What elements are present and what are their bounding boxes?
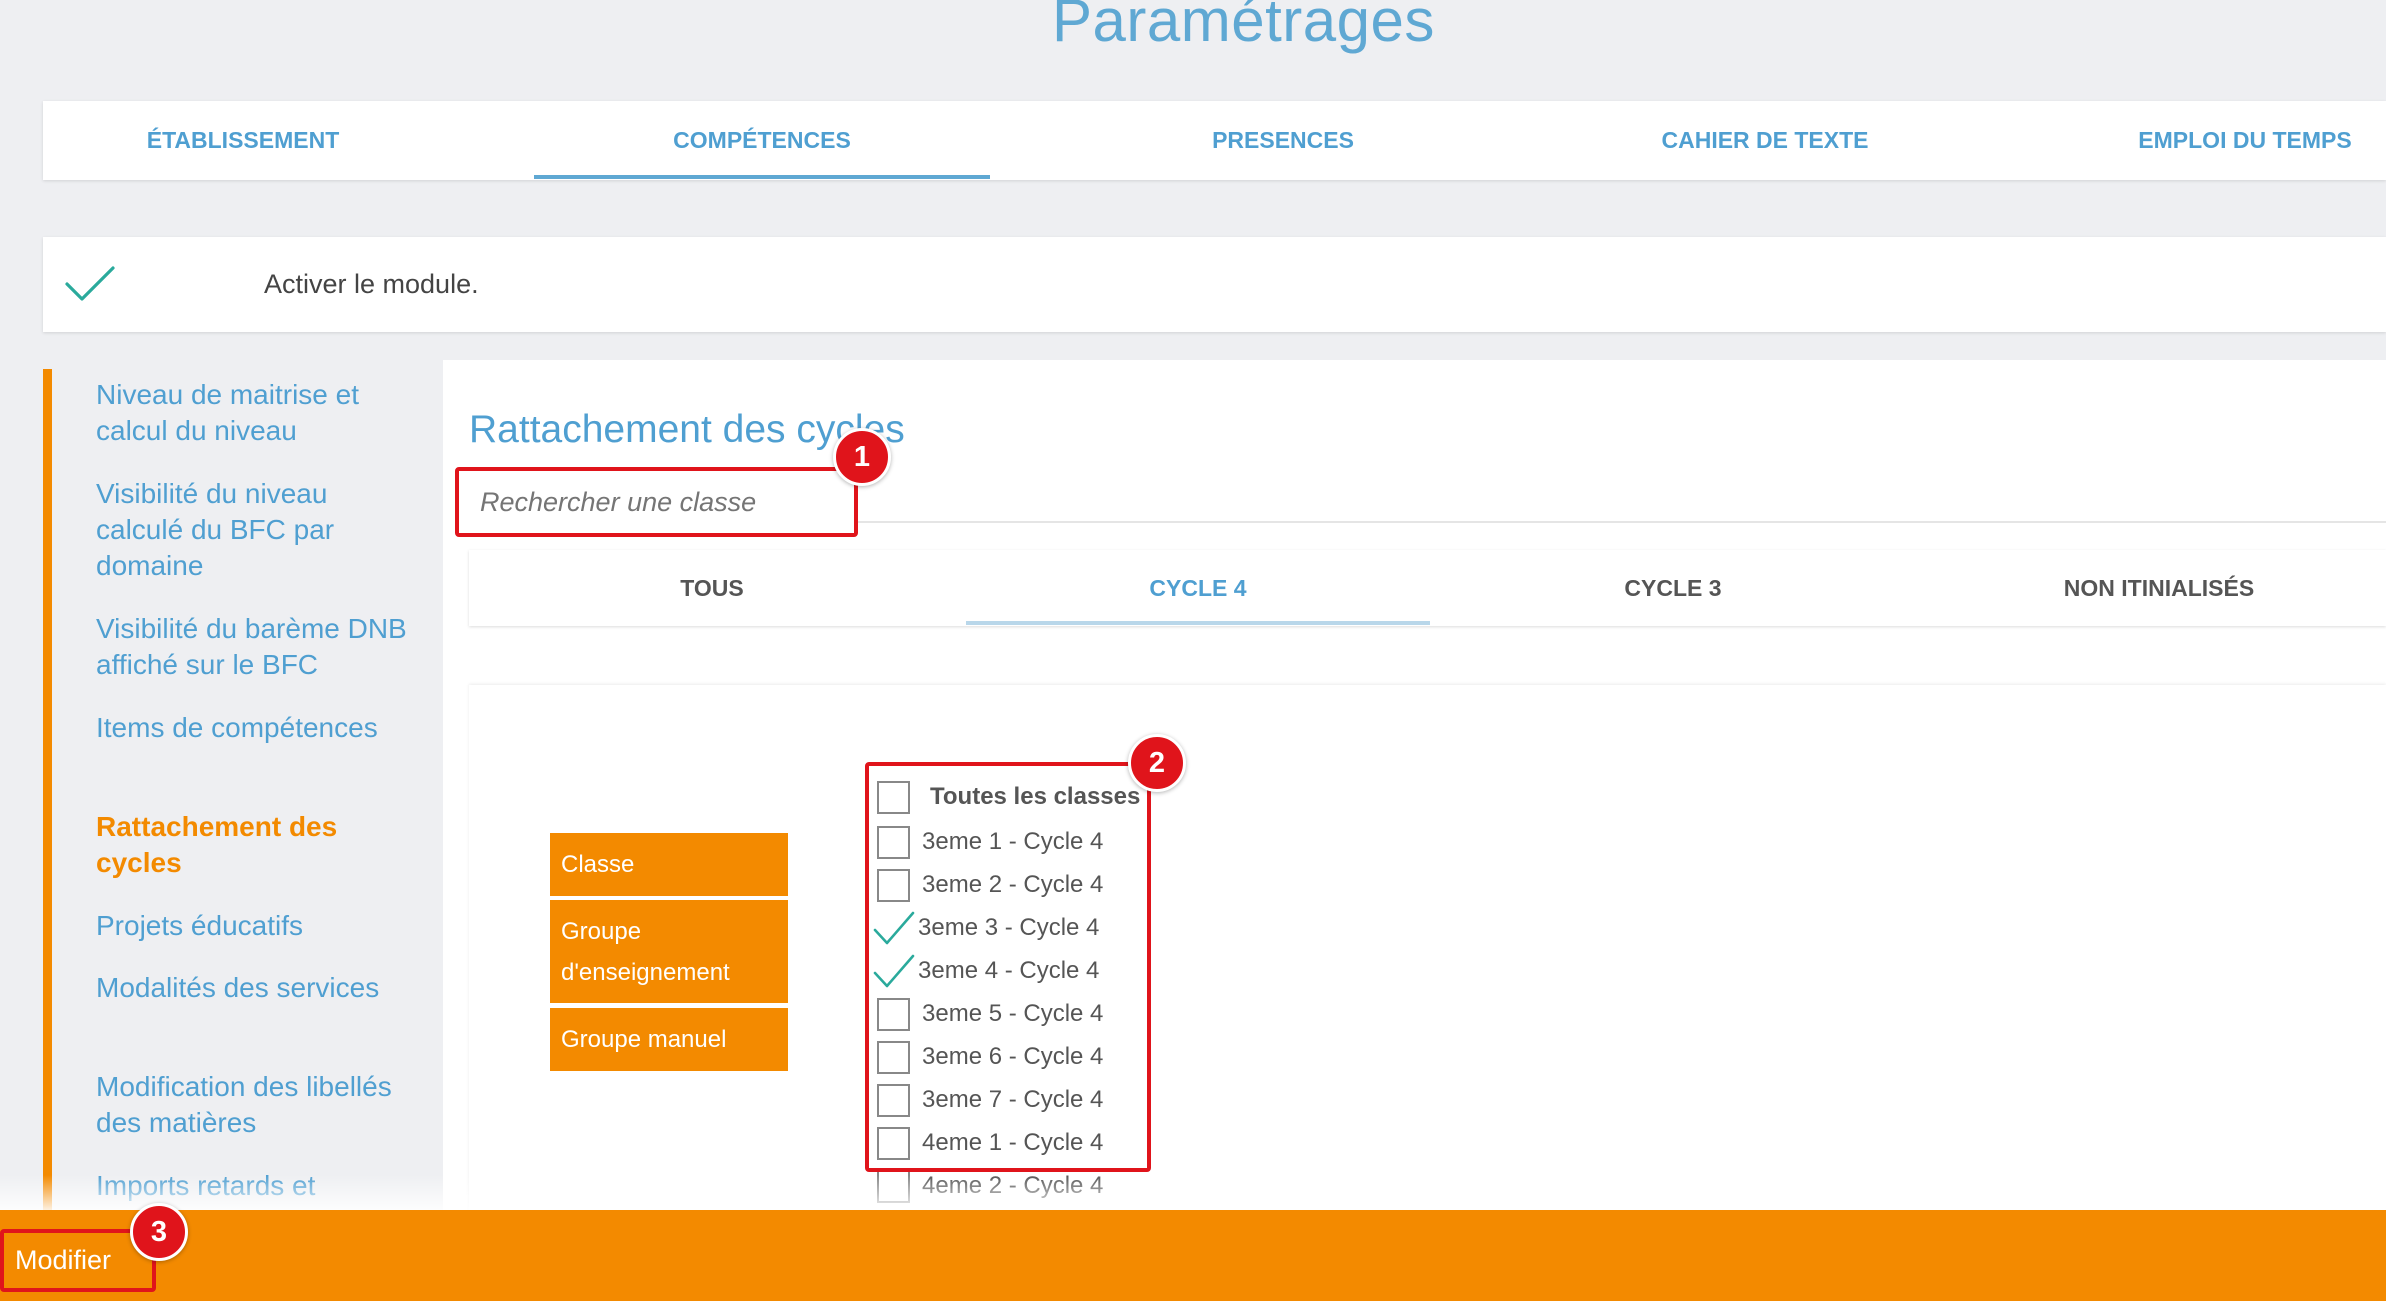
- active-tab-indicator: [534, 175, 990, 179]
- class-checkbox[interactable]: 3eme 5 - Cycle 4: [877, 994, 1103, 1034]
- sidebar-item-items-competences[interactable]: Items de compétences: [96, 710, 416, 746]
- class-label: 3eme 2 - Cycle 4: [922, 871, 1104, 898]
- group-enseignement-button[interactable]: Groupe d'enseignement: [550, 900, 788, 1003]
- checkbox-icon: [877, 780, 910, 814]
- class-checkbox[interactable]: 3eme 3 - Cycle 4: [873, 908, 1100, 948]
- group-classe-button[interactable]: Classe: [550, 833, 788, 896]
- cycle-tab-bar: TOUS CYCLE 4 CYCLE 3 NON ITINIALISÉS: [469, 550, 2386, 626]
- class-label: 3eme 1 - Cycle 4: [922, 828, 1104, 855]
- tab-cycle-4[interactable]: CYCLE 4: [966, 550, 1430, 626]
- tab-etablissement[interactable]: ÉTABLISSEMENT: [43, 101, 443, 180]
- class-checkbox[interactable]: 4eme 1 - Cycle 4: [877, 1123, 1103, 1163]
- class-checkbox[interactable]: 3eme 6 - Cycle 4: [877, 1037, 1103, 1077]
- sidebar-item-rattachement-cycles[interactable]: Rattachement des cycles: [96, 809, 416, 881]
- tab-cahier-de-texte[interactable]: CAHIER DE TEXTE: [1515, 101, 2015, 180]
- class-label: 3eme 6 - Cycle 4: [922, 1043, 1104, 1070]
- sidebar-item-visibilite-bareme-dnb[interactable]: Visibilité du barème DNB affiché sur le …: [96, 611, 416, 683]
- search-divider: [855, 521, 2386, 523]
- class-label: 4eme 1 - Cycle 4: [922, 1129, 1104, 1156]
- tab-competences[interactable]: COMPÉTENCES: [534, 101, 990, 180]
- search-class-input[interactable]: [462, 469, 852, 535]
- class-label: 3eme 3 - Cycle 4: [918, 914, 1100, 941]
- sidebar-item-projets-educatifs[interactable]: Projets éducatifs: [96, 908, 416, 944]
- active-cycle-tab-indicator: [966, 621, 1430, 625]
- checkbox-icon: [877, 1126, 910, 1160]
- class-label: 3eme 7 - Cycle 4: [922, 1086, 1104, 1113]
- sidebar-item-niveau-maitrise[interactable]: Niveau de maitrise et calcul du niveau: [96, 377, 416, 449]
- class-label: 3eme 4 - Cycle 4: [918, 957, 1100, 984]
- group-manuel-button[interactable]: Groupe manuel: [550, 1008, 788, 1071]
- tab-presences[interactable]: PRESENCES: [1033, 101, 1533, 180]
- tab-non-initialises[interactable]: NON ITINIALISÉS: [1916, 550, 2386, 626]
- class-checkbox[interactable]: 3eme 7 - Cycle 4: [877, 1080, 1103, 1120]
- sidebar-accent-bar: [43, 369, 52, 1301]
- sidebar-item-visibilite-niveau-bfc[interactable]: Visibilité du niveau calculé du BFC par …: [96, 476, 416, 584]
- class-label: 4eme 2 - Cycle 4: [922, 1172, 1104, 1199]
- callout-badge-3: 3: [130, 1203, 188, 1261]
- checkbox-icon: [877, 868, 910, 902]
- select-all-classes-checkbox[interactable]: Toutes les classes: [877, 777, 1140, 817]
- callout-badge-1: 1: [833, 428, 891, 486]
- sidebar-item-modalites-services[interactable]: Modalités des services: [96, 970, 416, 1006]
- footer-action-bar: [0, 1210, 2386, 1301]
- checkbox-icon: [877, 1083, 910, 1117]
- page-title: Paramétrages: [1052, 0, 1435, 54]
- class-checkbox[interactable]: 3eme 1 - Cycle 4: [877, 822, 1103, 862]
- module-enabled-check-icon[interactable]: [64, 265, 116, 303]
- class-checkbox[interactable]: 4eme 2 - Cycle 4: [877, 1166, 1103, 1206]
- module-activation-label: Activer le module.: [264, 269, 479, 299]
- checkmark-icon: [873, 954, 915, 988]
- class-label: 3eme 5 - Cycle 4: [922, 1000, 1104, 1027]
- sidebar-item-modification-libelles[interactable]: Modification des libellés des matières: [96, 1069, 416, 1141]
- tab-tous[interactable]: TOUS: [469, 550, 955, 626]
- checkbox-icon: [877, 997, 910, 1031]
- checkbox-icon: [877, 1169, 910, 1203]
- top-tab-bar: ÉTABLISSEMENT COMPÉTENCES PRESENCES CAHI…: [43, 101, 2386, 180]
- class-checkbox[interactable]: 3eme 4 - Cycle 4: [873, 951, 1100, 991]
- sidebar-item-imports-retards[interactable]: Imports retards et: [96, 1168, 416, 1204]
- checkbox-icon: [877, 1040, 910, 1074]
- checkmark-icon: [873, 911, 915, 945]
- class-checkbox[interactable]: 3eme 2 - Cycle 4: [877, 865, 1103, 905]
- callout-badge-2: 2: [1128, 734, 1186, 792]
- tab-emploi-du-temps[interactable]: EMPLOI DU TEMPS: [1995, 101, 2386, 180]
- tab-cycle-3[interactable]: CYCLE 3: [1430, 550, 1916, 626]
- select-all-label: Toutes les classes: [930, 783, 1141, 810]
- checkbox-icon: [877, 825, 910, 859]
